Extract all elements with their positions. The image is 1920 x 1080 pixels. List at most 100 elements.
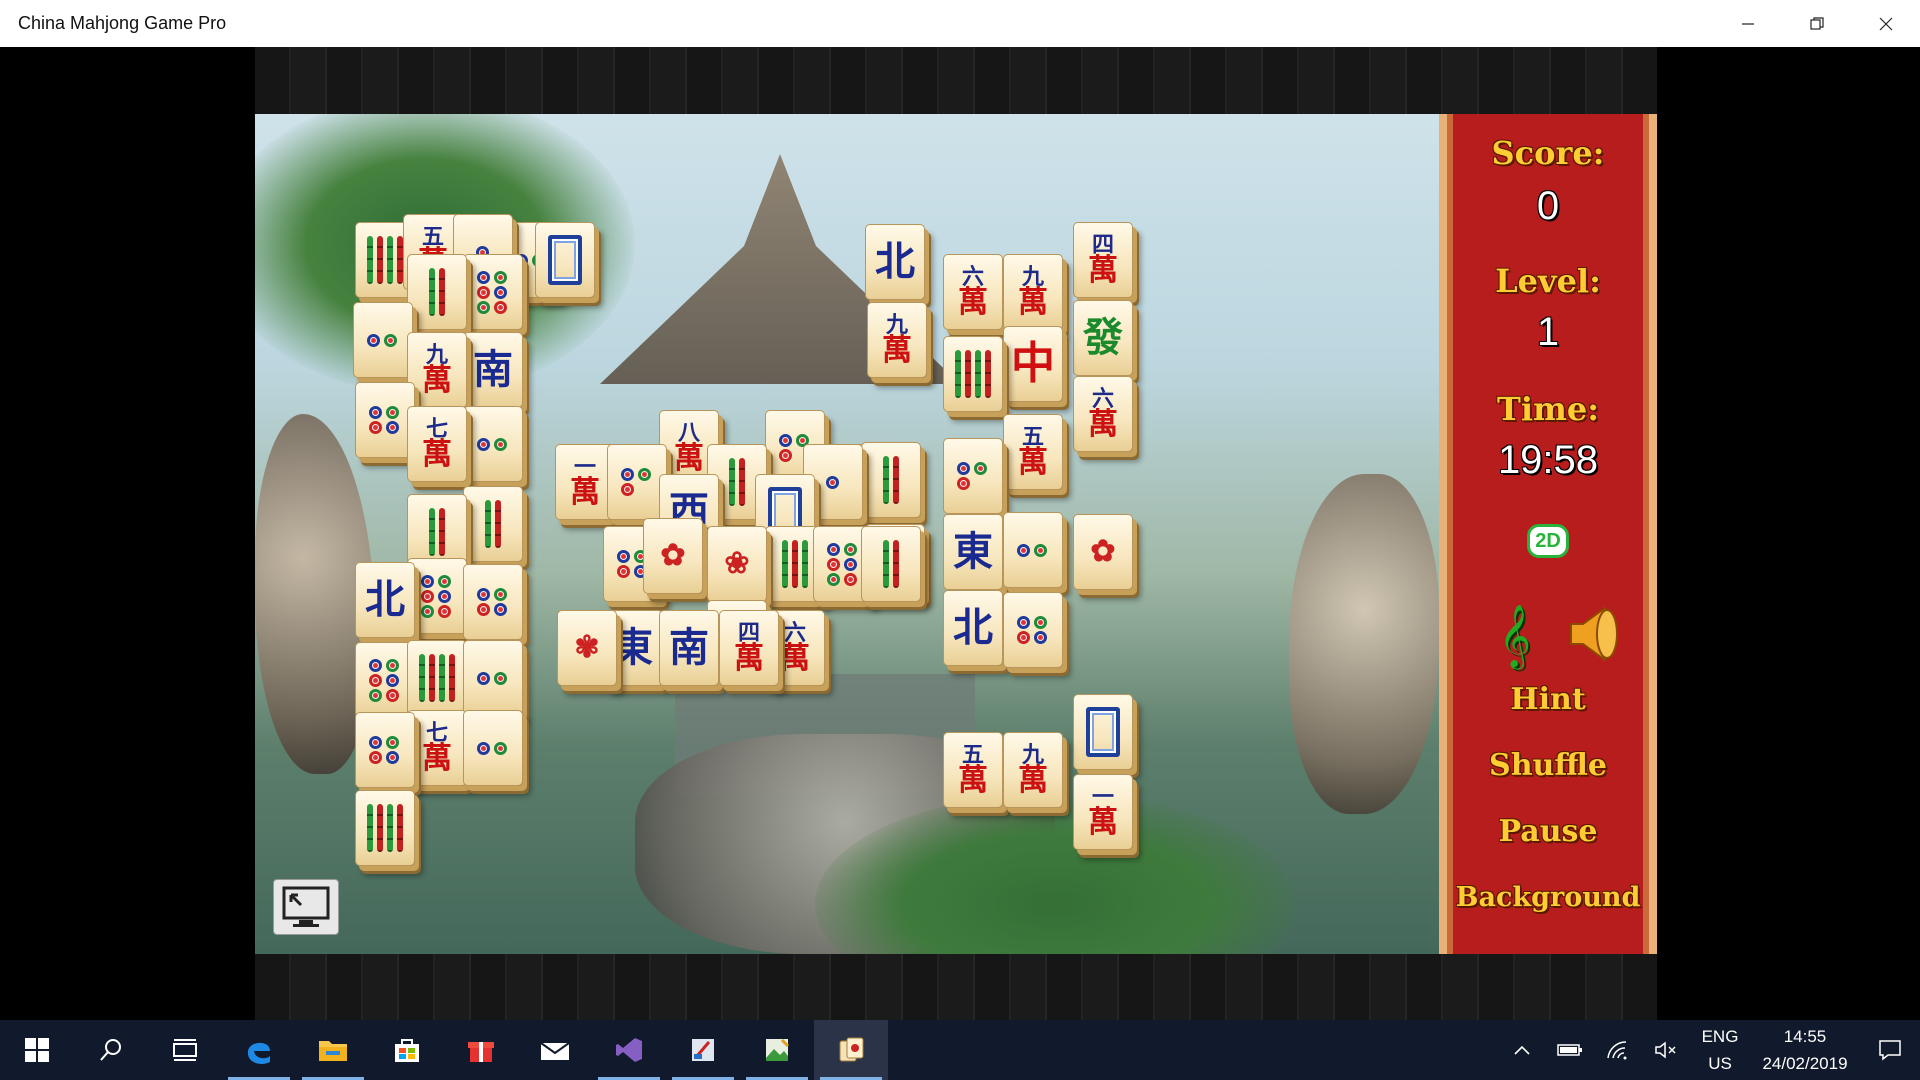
score-value: 0 [1536, 184, 1560, 228]
mahjong-tile[interactable] [463, 486, 523, 562]
mahjong-tile[interactable] [355, 382, 415, 458]
store-button[interactable] [370, 1020, 444, 1080]
mahjong-tile[interactable] [1003, 512, 1063, 588]
bamboo-sticks [367, 236, 403, 284]
mahjong-tile[interactable] [463, 564, 523, 640]
bamboo-sticks [883, 456, 899, 504]
mahjong-tile[interactable]: 五萬 [943, 732, 1003, 808]
photo-icon [766, 1038, 790, 1061]
mahjong-tile[interactable] [355, 790, 415, 866]
mahjong-tile[interactable] [535, 222, 595, 298]
mahjong-tile[interactable]: 四萬 [719, 610, 779, 686]
tile-flower-glyph: ❀ [724, 546, 750, 581]
mahjong-tile[interactable] [1003, 592, 1063, 668]
mahjong-tile[interactable]: 北 [865, 224, 925, 300]
mahjong-tile[interactable]: 九萬 [1003, 254, 1063, 330]
mahjong-tile[interactable]: ✾ [557, 610, 617, 686]
mahjong-tile[interactable] [607, 444, 667, 520]
mahjong-tile[interactable] [943, 336, 1003, 412]
mahjong-tile[interactable]: 七萬 [407, 406, 467, 482]
mahjong-tile[interactable]: 發 [1073, 300, 1133, 376]
mahjong-tile[interactable] [407, 640, 467, 716]
mahjong-tile[interactable]: 東 [943, 514, 1003, 590]
music-icon[interactable]: 𝄞 [1499, 604, 1531, 668]
speaker-icon[interactable] [1565, 604, 1625, 664]
volume-button[interactable] [1642, 1020, 1690, 1080]
background-button[interactable]: Background [1447, 882, 1649, 913]
close-button[interactable] [1851, 0, 1920, 47]
mahjong-tile[interactable] [463, 406, 523, 482]
mahjong-tile[interactable]: 七萬 [407, 710, 467, 786]
shuffle-button[interactable]: Shuffle [1447, 748, 1649, 783]
minimize-button[interactable] [1713, 0, 1782, 47]
mahjong-tile[interactable] [463, 710, 523, 786]
paint-app-button[interactable] [666, 1020, 740, 1080]
bamboo-sticks [429, 508, 445, 556]
mahjong-tile[interactable]: 中 [1003, 326, 1063, 402]
paint-icon [692, 1039, 714, 1061]
mahjong-tile[interactable]: 北 [355, 562, 415, 638]
mahjong-tile[interactable]: 南 [659, 610, 719, 686]
mahjong-app-icon [839, 1037, 864, 1062]
input-language[interactable]: ENG US [1690, 1023, 1750, 1077]
network-button[interactable] [1594, 1020, 1642, 1080]
pause-button[interactable]: Pause [1447, 814, 1649, 849]
mahjong-tile[interactable] [353, 302, 413, 378]
mahjong-tile[interactable]: 九萬 [407, 332, 467, 408]
gift-app-button[interactable] [444, 1020, 518, 1080]
chevron-up-icon [1514, 1045, 1530, 1055]
game-board: 五萬九萬南七萬北一萬西北九萬六萬九萬發中四萬五萬六萬東✿北❀南五萬九萬一萬東南四… [255, 114, 1439, 954]
hint-button[interactable]: Hint [1447, 682, 1649, 717]
mahjong-tile[interactable] [407, 254, 467, 330]
tray-overflow-button[interactable] [1498, 1020, 1546, 1080]
mahjong-tile[interactable] [463, 640, 523, 716]
monitor-icon [282, 886, 330, 927]
clock[interactable]: 14:55 24/02/2019 [1750, 1023, 1860, 1077]
mahjong-tile[interactable]: 九萬 [867, 302, 927, 378]
restore-icon [1809, 16, 1824, 30]
task-view-button[interactable] [148, 1020, 222, 1080]
mahjong-tile[interactable]: ❀ [707, 526, 767, 602]
windows-icon [25, 1038, 49, 1062]
mahjong-tile[interactable] [1073, 694, 1133, 770]
action-center-button[interactable] [1860, 1020, 1920, 1080]
mahjong-tile[interactable]: ✿ [1073, 514, 1133, 590]
fullscreen-button[interactable] [273, 879, 339, 935]
mahjong-tile[interactable]: 五萬 [1003, 414, 1063, 490]
photo-app-button[interactable] [740, 1020, 814, 1080]
circle-dots [957, 462, 989, 490]
visual-studio-icon [616, 1038, 642, 1062]
file-explorer-button[interactable] [296, 1020, 370, 1080]
mahjong-tile[interactable] [463, 254, 523, 330]
circle-dots [477, 588, 509, 616]
edge-button[interactable] [222, 1020, 296, 1080]
restore-button[interactable] [1782, 0, 1851, 47]
mail-button[interactable] [518, 1020, 592, 1080]
battery-button[interactable] [1546, 1020, 1594, 1080]
tile-wan-char: 萬 [734, 641, 764, 676]
mahjong-tile[interactable]: 一萬 [1073, 774, 1133, 850]
visual-studio-button[interactable] [592, 1020, 666, 1080]
mahjong-tile[interactable] [861, 442, 921, 518]
mahjong-tile[interactable] [355, 642, 415, 718]
mahjong-tile[interactable] [861, 526, 921, 602]
start-button[interactable] [0, 1020, 74, 1080]
mahjong-tile[interactable]: 四萬 [1073, 222, 1133, 298]
mahjong-tile[interactable] [355, 712, 415, 788]
mahjong-tile[interactable]: 南 [463, 332, 523, 408]
mahjong-tile[interactable] [943, 438, 1003, 514]
bamboo-sticks [729, 458, 745, 506]
mahjong-tile[interactable]: 九萬 [1003, 732, 1063, 808]
mail-icon [540, 1042, 570, 1060]
mahjong-tile[interactable]: 北 [943, 590, 1003, 666]
clock-date: 24/02/2019 [1762, 1054, 1848, 1073]
mahjong-tile[interactable]: 一萬 [555, 444, 615, 520]
mahjong-tile[interactable]: ✿ [643, 518, 703, 594]
mahjong-app-button[interactable] [814, 1020, 888, 1080]
mode-2d-badge[interactable]: 2D [1527, 524, 1569, 558]
mode-toggle[interactable]: 2D [1447, 524, 1649, 558]
mahjong-tile[interactable]: 六萬 [943, 254, 1003, 330]
mahjong-tile[interactable]: 六萬 [1073, 376, 1133, 452]
mahjong-tile[interactable] [407, 558, 467, 634]
search-button[interactable] [74, 1020, 148, 1080]
